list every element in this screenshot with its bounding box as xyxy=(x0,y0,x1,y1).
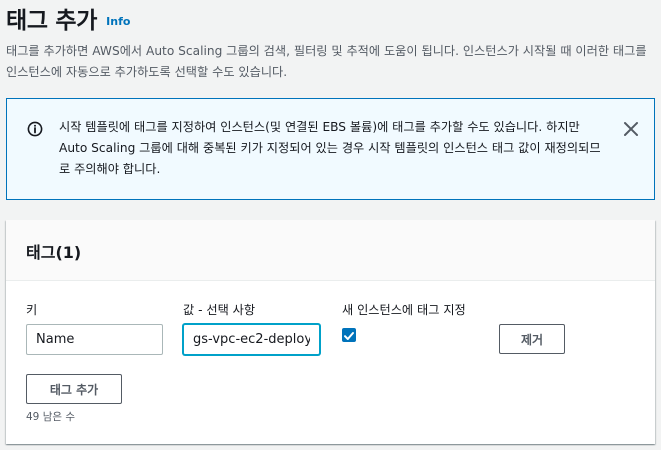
add-tag-button[interactable]: 태그 추가 xyxy=(26,374,122,404)
alert-message: 시작 템플릿에 태그를 지정하여 인스턴스(및 연결된 EBS 볼륨)에 태그를… xyxy=(59,120,601,176)
page-description: 태그를 추가하면 AWS에서 Auto Scaling 그룹의 검색, 필터링 … xyxy=(6,44,647,79)
value-column-label: 값 - 선택 사항 xyxy=(183,303,256,317)
page-title: 태그 추가 xyxy=(6,8,98,34)
tags-panel: 태그(1) 키 값 - 선택 사항 새 인스턴스에 태그 지정 제거 태그 추가… xyxy=(6,220,655,444)
info-alert: 시작 템플릿에 태그를 지정하여 인스턴스(및 연결된 EBS 볼륨)에 태그를… xyxy=(6,98,655,200)
close-icon[interactable] xyxy=(621,119,641,139)
remove-tag-button[interactable]: 제거 xyxy=(499,324,565,354)
remaining-count: 49 남은 수 xyxy=(26,411,76,423)
key-column-label: 키 xyxy=(26,303,38,317)
tag-new-instances-label: 새 인스턴스에 태그 지정 xyxy=(342,303,466,317)
tags-panel-header: 태그(1) xyxy=(6,220,655,281)
info-link[interactable]: Info xyxy=(106,15,130,28)
tag-new-instances-checkbox[interactable] xyxy=(342,328,356,342)
checkmark-icon xyxy=(344,332,354,340)
tag-value-input[interactable] xyxy=(183,324,320,355)
tag-key-input[interactable] xyxy=(26,324,163,355)
page-title-row: 태그 추가 Info xyxy=(6,0,130,36)
tags-panel-title: 태그(1) xyxy=(26,243,82,262)
info-circle-icon xyxy=(27,121,43,137)
